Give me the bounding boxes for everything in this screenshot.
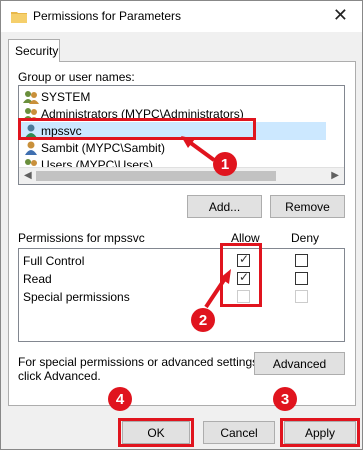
tab-security[interactable]: Security (8, 39, 60, 62)
permissions-dialog: Permissions for Parameters ✕ Security Gr… (0, 0, 363, 450)
annotation-badge-3: 3 (273, 387, 297, 411)
annotation-arrows (181, 136, 231, 309)
annotation-badge-2: 2 (191, 308, 215, 332)
annotation-badge-1: 1 (213, 152, 237, 176)
arrow-2 (204, 275, 228, 309)
annotation-badge-4: 4 (108, 387, 132, 411)
arrow-1 (186, 139, 216, 162)
